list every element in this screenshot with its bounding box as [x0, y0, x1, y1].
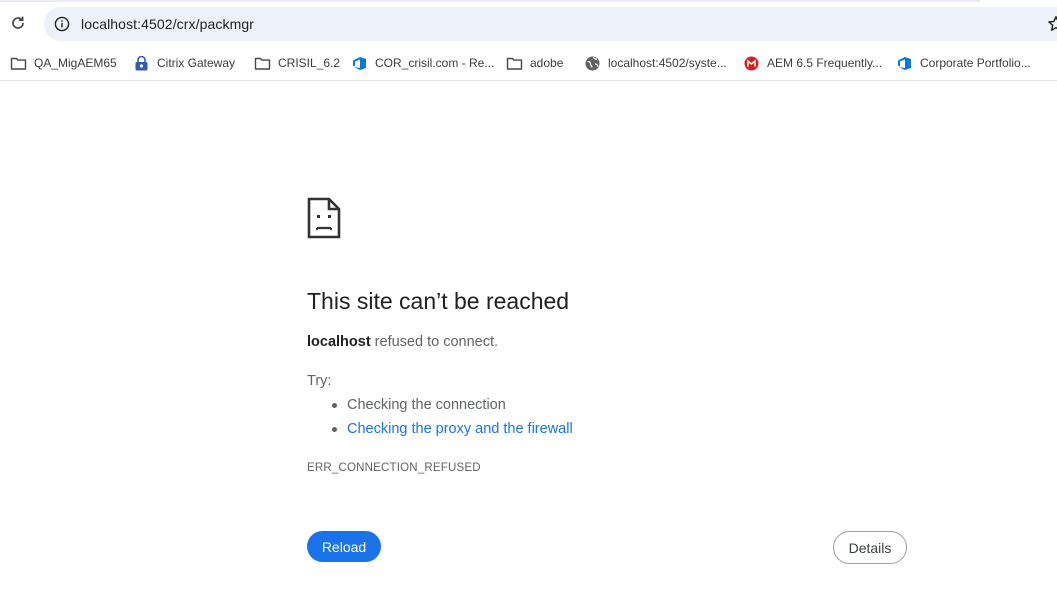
- tab-strip-edge: [0, 0, 980, 2]
- browser-toolbar: localhost:4502/crx/packmgr: [0, 0, 1057, 46]
- bookmark-label: Corporate Portfolio...: [920, 56, 1031, 70]
- reload-button[interactable]: Reload: [307, 531, 381, 562]
- suggestion-check-proxy-link[interactable]: Checking the proxy and the firewall: [332, 421, 573, 445]
- bookmark-label: QA_MigAEM65: [34, 56, 117, 70]
- bookmark-label: Citrix Gateway: [157, 56, 236, 70]
- page-title: This site can’t be reached: [307, 288, 570, 314]
- bookmark-qa-migaem65[interactable]: QA_MigAEM65: [10, 46, 117, 80]
- bookmark-localhost-system[interactable]: localhost:4502/syste...: [584, 46, 727, 80]
- bookmark-label: CRISIL_6.2: [278, 56, 341, 70]
- bookmark-label: localhost:4502/syste...: [608, 56, 727, 70]
- azure-devops-icon: [898, 56, 911, 70]
- red-site-icon: [744, 56, 759, 70]
- url-text[interactable]: localhost:4502/crx/packmgr: [81, 16, 254, 32]
- bookmark-adobe[interactable]: adobe: [506, 46, 563, 80]
- folder-icon: [254, 57, 271, 70]
- bookmarks-bar: QA_MigAEM65 Citrix Gateway CRISIL_6.2 CO…: [0, 46, 1057, 81]
- globe-icon: [585, 56, 600, 70]
- reload-icon: [12, 16, 24, 29]
- browser-reload-button[interactable]: [6, 11, 30, 35]
- folder-icon: [10, 57, 27, 70]
- bookmark-label: adobe: [530, 56, 564, 70]
- bookmark-corporate-portfolio[interactable]: Corporate Portfolio...: [896, 46, 1031, 80]
- error-message: refused to connect.: [370, 334, 499, 350]
- details-button[interactable]: Details: [833, 531, 907, 564]
- bookmark-aem-faq[interactable]: AEM 6.5 Frequently...: [743, 46, 882, 80]
- azure-devops-icon: [353, 56, 366, 70]
- suggestion-list: Checking the connection Checking the pro…: [332, 397, 573, 445]
- bookmark-citrix-gateway[interactable]: Citrix Gateway: [133, 46, 235, 80]
- sad-page-icon: [307, 197, 341, 239]
- suggestion-check-connection: Checking the connection: [332, 397, 573, 421]
- error-description: localhost refused to connect.: [307, 334, 498, 350]
- error-code: ERR_CONNECTION_REFUSED: [307, 462, 481, 474]
- bookmark-crisil-6-2[interactable]: CRISIL_6.2: [254, 46, 340, 80]
- address-bar[interactable]: localhost:4502/crx/packmgr: [44, 7, 1057, 41]
- folder-icon: [506, 57, 523, 70]
- bookmark-star-icon[interactable]: [1047, 15, 1057, 33]
- bookmark-label: AEM 6.5 Frequently...: [767, 56, 883, 70]
- bookmark-label: COR_crisil.com - Re...: [375, 56, 495, 70]
- bookmark-cor-crisil[interactable]: COR_crisil.com - Re...: [351, 46, 494, 80]
- try-label: Try:: [307, 373, 332, 389]
- error-host: localhost: [307, 334, 371, 350]
- info-icon[interactable]: [54, 16, 70, 32]
- citrix-lock-icon: [135, 55, 148, 70]
